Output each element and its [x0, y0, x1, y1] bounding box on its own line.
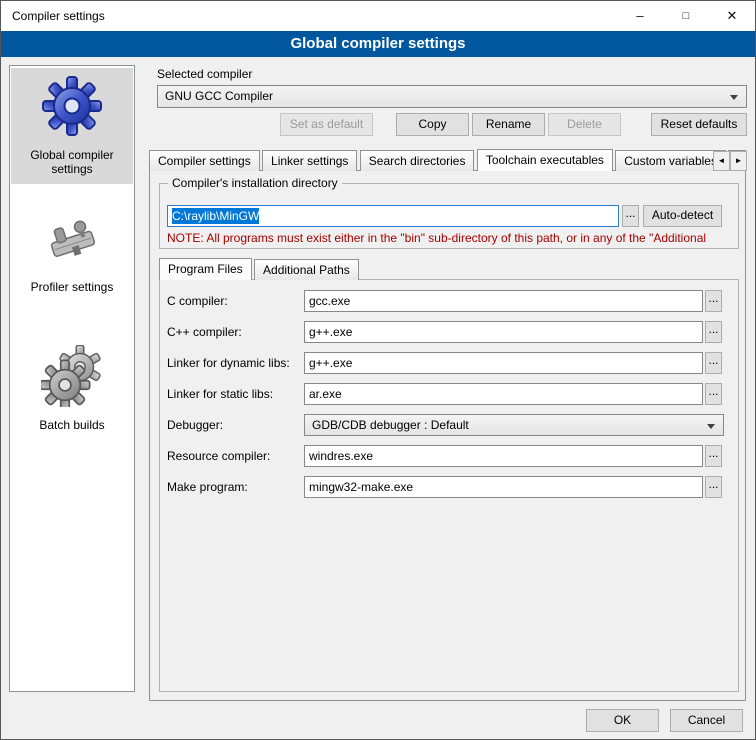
set-as-default-button[interactable]: Set as default	[280, 113, 373, 136]
program-files-tabs: Program Files Additional Paths	[159, 258, 729, 280]
chevron-down-icon	[730, 95, 738, 104]
cpp-compiler-input[interactable]: g++.exe	[304, 321, 703, 343]
compiler-settings-window: Compiler settings – □ ✕ Global compiler …	[0, 0, 756, 740]
tab-search-directories[interactable]: Search directories	[360, 150, 475, 171]
c-compiler-input[interactable]: gcc.exe	[304, 290, 703, 312]
field-label-dynamic-linker: Linker for dynamic libs:	[167, 356, 290, 370]
sidebar-item-profiler-settings[interactable]: Profiler settings	[11, 200, 133, 302]
subtab-additional-paths[interactable]: Additional Paths	[254, 259, 359, 280]
tab-scroll-left-icon[interactable]: ◄	[713, 151, 730, 171]
close-button[interactable]: ✕	[709, 1, 755, 31]
field-label-debugger: Debugger:	[167, 418, 223, 432]
sidebar-item-label: Batch builds	[11, 418, 133, 432]
compiler-tabs: Compiler settings Linker settings Search…	[149, 149, 746, 171]
resource-compiler-input[interactable]: windres.exe	[304, 445, 703, 467]
delete-button[interactable]: Delete	[548, 113, 621, 136]
copy-button[interactable]: Copy	[396, 113, 469, 136]
page-title: Global compiler settings	[1, 31, 755, 57]
gears-gray-icon	[41, 345, 103, 407]
installation-directory-input[interactable]: C:\raylib\MinGW	[167, 205, 619, 227]
minimize-button[interactable]: –	[617, 1, 663, 31]
ok-button[interactable]: OK	[586, 709, 659, 732]
sidebar-item-label: Global compiler settings	[11, 148, 133, 176]
plane-tool-icon	[41, 207, 103, 269]
subtab-program-files[interactable]: Program Files	[159, 258, 252, 280]
make-program-browse-button[interactable]: ...	[705, 476, 722, 498]
installation-directory-browse-button[interactable]: ...	[622, 205, 639, 227]
bin-subdirectory-note: NOTE: All programs must exist either in …	[167, 231, 735, 245]
installation-directory-value: C:\raylib\MinGW	[172, 208, 259, 224]
installation-directory-group-title: Compiler's installation directory	[168, 176, 342, 190]
window-title: Compiler settings	[12, 9, 105, 23]
tab-compiler-settings[interactable]: Compiler settings	[149, 150, 260, 171]
reset-defaults-button[interactable]: Reset defaults	[651, 113, 747, 136]
field-label-resource-compiler: Resource compiler:	[167, 449, 270, 463]
static-linker-input[interactable]: ar.exe	[304, 383, 703, 405]
gear-blue-icon	[41, 75, 103, 137]
tab-toolchain-executables[interactable]: Toolchain executables	[477, 149, 613, 171]
tab-linker-settings[interactable]: Linker settings	[262, 150, 357, 171]
maximize-button[interactable]: □	[663, 1, 709, 31]
tab-custom-variables[interactable]: Custom variables	[615, 150, 726, 171]
tab-scroll-right-icon[interactable]: ►	[730, 151, 747, 171]
cancel-button[interactable]: Cancel	[670, 709, 743, 732]
sidebar-item-global-compiler-settings[interactable]: Global compiler settings	[11, 68, 133, 184]
chevron-down-icon	[707, 424, 715, 433]
selected-compiler-label: Selected compiler	[157, 67, 252, 81]
debugger-select-value: GDB/CDB debugger : Default	[312, 418, 469, 432]
cpp-compiler-browse-button[interactable]: ...	[705, 321, 722, 343]
field-label-make-program: Make program:	[167, 480, 248, 494]
settings-category-panel: Global compiler settings Profiler settin…	[9, 65, 135, 692]
field-label-static-linker: Linker for static libs:	[167, 387, 273, 401]
dynamic-linker-browse-button[interactable]: ...	[705, 352, 722, 374]
resource-compiler-browse-button[interactable]: ...	[705, 445, 722, 467]
title-bar[interactable]: Compiler settings – □ ✕	[1, 1, 755, 31]
c-compiler-browse-button[interactable]: ...	[705, 290, 722, 312]
compiler-select-value: GNU GCC Compiler	[165, 89, 273, 103]
auto-detect-button[interactable]: Auto-detect	[643, 205, 722, 227]
debugger-select[interactable]: GDB/CDB debugger : Default	[304, 414, 724, 436]
field-label-cpp-compiler: C++ compiler:	[167, 325, 242, 339]
make-program-input[interactable]: mingw32-make.exe	[304, 476, 703, 498]
field-label-c-compiler: C compiler:	[167, 294, 228, 308]
compiler-select[interactable]: GNU GCC Compiler	[157, 85, 747, 108]
dynamic-linker-input[interactable]: g++.exe	[304, 352, 703, 374]
rename-button[interactable]: Rename	[472, 113, 545, 136]
sidebar-item-label: Profiler settings	[11, 280, 133, 294]
sidebar-item-batch-builds[interactable]: Batch builds	[11, 338, 133, 440]
static-linker-browse-button[interactable]: ...	[705, 383, 722, 405]
